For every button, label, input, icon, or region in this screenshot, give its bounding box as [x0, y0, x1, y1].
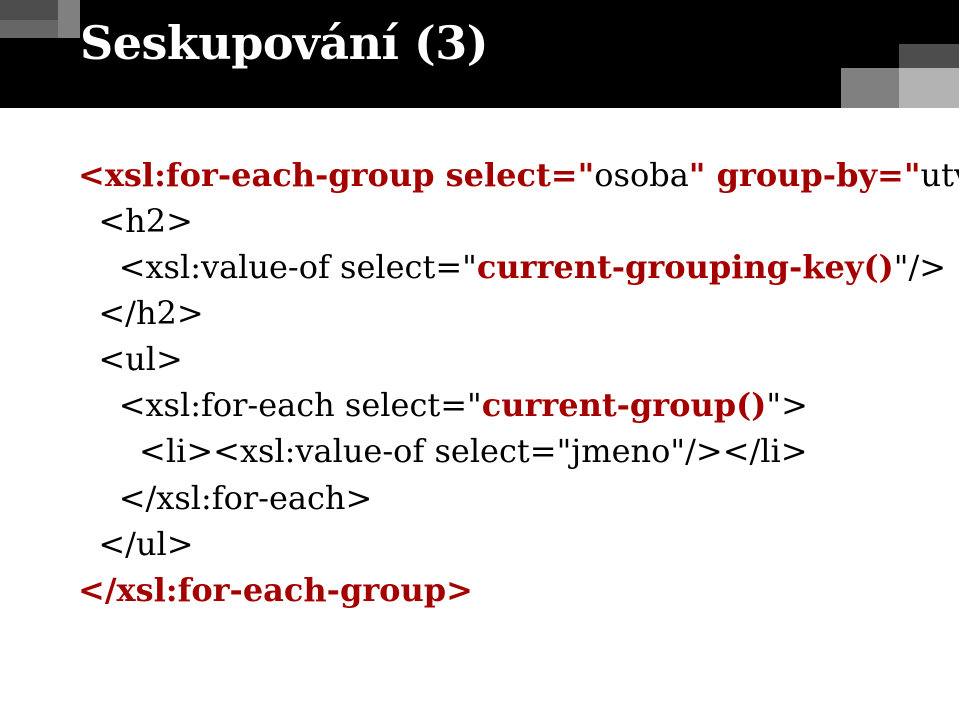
code-text: jmeno	[571, 432, 670, 470]
deco-square	[899, 44, 959, 68]
code-text: current-group()	[482, 386, 767, 424]
code-text: "/></li>	[670, 432, 807, 470]
deco-square	[58, 0, 80, 38]
title-bar: Seskupování (3)	[0, 0, 959, 108]
slide: Seskupování (3) <xsl:for-each-group sele…	[0, 0, 959, 719]
code-text: <h2>	[78, 202, 193, 240]
code-text: <xsl:value-of select="	[78, 248, 477, 286]
code-block: <xsl:for-each-group select="osoba" group…	[78, 152, 919, 613]
code-text: "/>	[894, 248, 946, 286]
deco-square	[841, 68, 899, 108]
code-text: utvar	[921, 156, 959, 194]
code-text: </xsl:for-each-group>	[78, 571, 473, 609]
code-text: " group-by="	[689, 156, 921, 194]
code-text: </xsl:for-each>	[78, 479, 372, 517]
deco-square	[899, 68, 959, 108]
code-text: </ul>	[78, 525, 194, 563]
code-text: <xsl:for-each-group select="	[78, 156, 594, 194]
slide-title: Seskupování (3)	[80, 16, 488, 70]
code-text: <li><xsl:value-of select="	[78, 432, 571, 470]
deco-square	[0, 20, 58, 38]
code-text: ">	[766, 386, 808, 424]
code-text: current-grouping-key()	[477, 248, 894, 286]
code-text: <ul>	[78, 340, 183, 378]
deco-square	[0, 0, 58, 20]
code-text: <xsl:for-each select="	[78, 386, 482, 424]
code-text: </h2>	[78, 294, 204, 332]
code-text: osoba	[594, 156, 689, 194]
